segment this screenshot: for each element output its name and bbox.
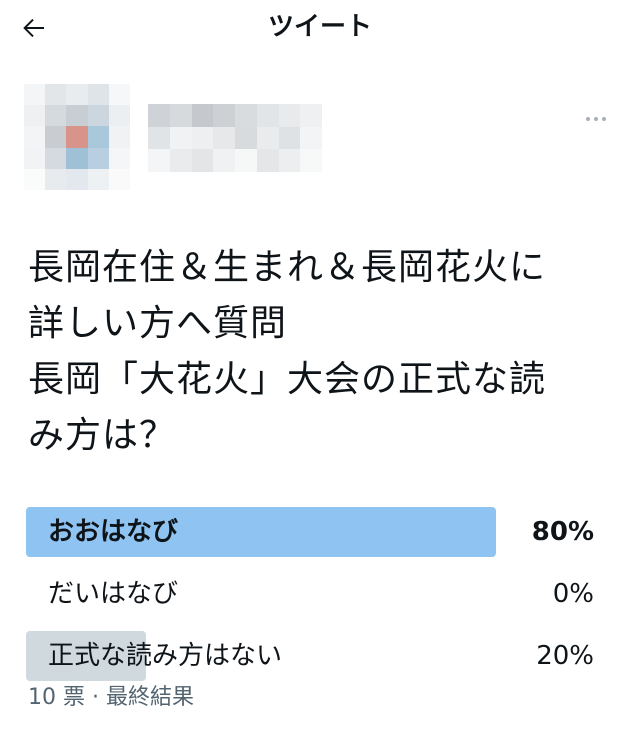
avatar-mosaic-tile [24, 168, 46, 190]
name-mosaic-tile [235, 149, 257, 172]
avatar-mosaic-tile [45, 84, 67, 106]
poll-option-label: 正式な読み方はない [48, 641, 283, 671]
name-mosaic-tile [213, 149, 235, 172]
avatar-mosaic-tile [66, 168, 88, 190]
poll-option: おおはなび 80% [26, 505, 594, 563]
name-mosaic-tile [300, 126, 322, 150]
more-dot [602, 117, 606, 121]
avatar-mosaic-tile [24, 84, 46, 106]
avatar-mosaic-tile [24, 105, 46, 127]
name-mosaic-tile [191, 149, 214, 172]
poll-option-percent: 80% [531, 517, 594, 547]
avatar-mosaic-tile [108, 105, 130, 127]
name-mosaic-tile [235, 126, 257, 150]
avatar-mosaic-tile [108, 126, 130, 148]
poll-option-percent: 0% [552, 579, 594, 609]
page-title: ツイート [267, 12, 372, 42]
name-mosaic-tile [169, 126, 192, 150]
more-options-button[interactable] [576, 106, 616, 132]
tweet-text-line: 長岡在住＆生まれ＆長岡花火に [28, 247, 547, 288]
avatar-mosaic-tile [66, 126, 88, 148]
avatar-mosaic-tile [87, 147, 109, 169]
avatar-mosaic-tile [45, 147, 67, 169]
name-mosaic-tile [300, 104, 322, 127]
poll-option-label: だいはなび [48, 579, 179, 609]
avatar-mosaic-tile [24, 126, 46, 148]
more-dot [586, 117, 590, 121]
tweet-text: 長岡在住＆生まれ＆長岡花火に 詳しい方へ質問 長岡「大花火」大会の正式な読 み方… [28, 240, 620, 464]
author-name-blurred[interactable] [148, 104, 322, 172]
name-mosaic-tile [191, 126, 214, 150]
name-mosaic-tile [148, 126, 170, 150]
name-mosaic-tile [300, 149, 322, 172]
name-mosaic-tile [213, 104, 235, 127]
tweet-author [24, 84, 616, 194]
name-mosaic-tile [256, 104, 279, 127]
poll-option-label: おおはなび [48, 517, 179, 547]
avatar-mosaic-tile [87, 126, 109, 148]
name-mosaic-tile [278, 104, 301, 127]
avatar-mosaic-tile [87, 84, 109, 106]
tweet-text-line: 長岡「大花火」大会の正式な読 [28, 359, 547, 400]
avatar-mosaic-tile [45, 105, 67, 127]
name-mosaic-tile [169, 104, 192, 127]
name-mosaic-tile [213, 126, 235, 150]
name-mosaic-tile [278, 126, 301, 150]
poll-option: だいはなび 0% [26, 567, 594, 625]
more-dot [594, 117, 598, 121]
avatar-mosaic-tile [108, 168, 130, 190]
avatar-mosaic-tile [45, 168, 67, 190]
name-mosaic-tile [256, 126, 279, 150]
name-mosaic-tile [256, 149, 279, 172]
avatar-mosaic-tile [66, 147, 88, 169]
avatar-mosaic-tile [108, 147, 130, 169]
poll: おおはなび 80% だいはなび 0% 正式な読み方はない 20% [26, 505, 594, 691]
tweet-text-line: み方は？ [28, 415, 177, 456]
tweet-text-line: 詳しい方へ質問 [28, 303, 288, 344]
avatar-mosaic-tile [66, 105, 88, 127]
name-mosaic-tile [148, 149, 170, 172]
avatar-mosaic-tile [24, 147, 46, 169]
avatar-mosaic-tile [108, 84, 130, 106]
poll-option-percent: 20% [536, 641, 594, 671]
name-mosaic-tile [278, 149, 301, 172]
avatar-mosaic-tile [66, 84, 88, 106]
top-bar: ツイート [0, 0, 640, 56]
poll-meta: 10 票 · 最終結果 [28, 685, 194, 710]
name-mosaic-tile [191, 104, 214, 127]
avatar-mosaic-tile [87, 105, 109, 127]
avatar-mosaic-tile [87, 168, 109, 190]
name-mosaic-tile [169, 149, 192, 172]
poll-option: 正式な読み方はない 20% [26, 629, 594, 687]
avatar[interactable] [24, 84, 130, 190]
avatar-mosaic-tile [45, 126, 67, 148]
name-mosaic-tile [148, 104, 170, 127]
name-mosaic-tile [235, 104, 257, 127]
